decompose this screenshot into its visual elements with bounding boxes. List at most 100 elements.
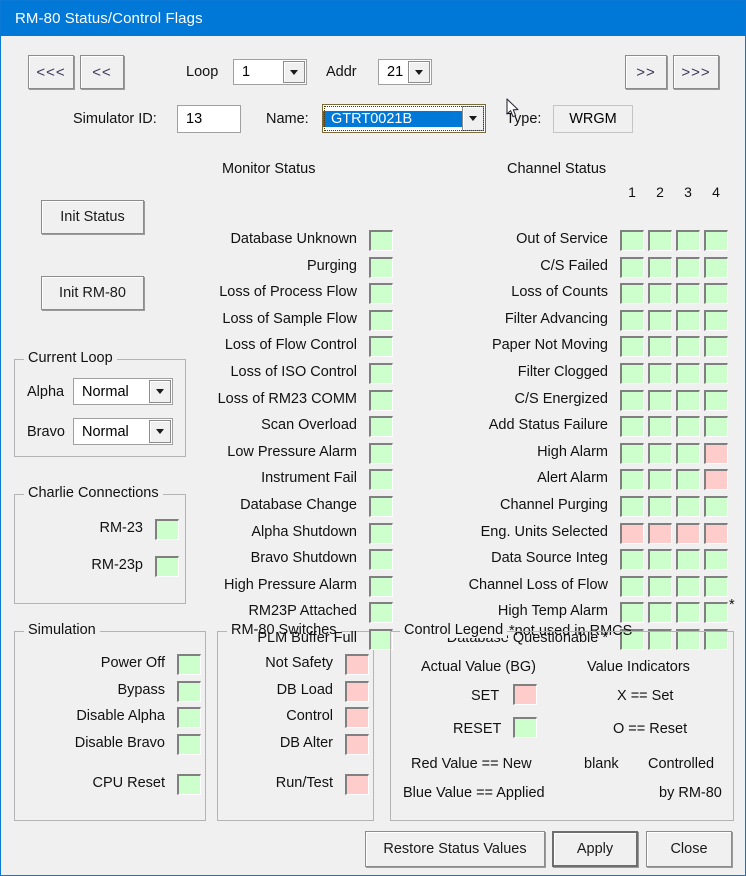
channel-status-indicator[interactable] — [704, 469, 728, 490]
channel-status-indicator[interactable] — [676, 443, 700, 464]
channel-status-indicator[interactable] — [648, 576, 672, 597]
channel-status-indicator[interactable] — [648, 523, 672, 544]
channel-status-indicator[interactable] — [620, 283, 644, 304]
channel-status-indicator[interactable] — [648, 310, 672, 331]
simulation-indicator[interactable] — [177, 654, 201, 675]
channel-header-4: 4 — [712, 184, 720, 200]
channel-status-indicator[interactable] — [676, 602, 700, 623]
channel-status-indicator[interactable] — [676, 469, 700, 490]
rm80-switches-group: RM-80 Switches Not Safety DB Load Control D… — [217, 622, 374, 821]
channel-status-indicator[interactable] — [648, 390, 672, 411]
channel-status-indicator[interactable] — [648, 469, 672, 490]
channel-status-indicator[interactable] — [620, 469, 644, 490]
channel-status-indicator[interactable] — [620, 443, 644, 464]
channel-status-indicator[interactable] — [648, 496, 672, 517]
channel-status-indicator[interactable] — [704, 602, 728, 623]
restore-status-values-button[interactable]: Restore Status Values — [365, 831, 545, 867]
channel-status-indicator[interactable] — [676, 310, 700, 331]
channel-status-indicator[interactable] — [704, 549, 728, 570]
channel-status-indicator[interactable] — [648, 230, 672, 251]
channel-status-indicator[interactable] — [648, 443, 672, 464]
channel-status-indicator[interactable] — [676, 416, 700, 437]
channel-status-indicator[interactable] — [704, 390, 728, 411]
channel-status-indicator[interactable] — [620, 230, 644, 251]
channel-status-indicator[interactable] — [704, 336, 728, 357]
simulation-label: Disable Bravo — [74, 734, 165, 751]
channel-status-indicator[interactable] — [676, 230, 700, 251]
channel-status-indicator[interactable] — [676, 576, 700, 597]
channel-status-indicator[interactable] — [620, 576, 644, 597]
channel-status-label: C/S Energized — [514, 391, 609, 407]
channel-status-indicator[interactable] — [676, 363, 700, 384]
simulation-indicator[interactable] — [177, 774, 201, 796]
channel-status-indicator[interactable] — [676, 390, 700, 411]
controlled-line-2: by RM-80 — [659, 785, 722, 801]
rm80-switch-indicator[interactable] — [345, 654, 369, 675]
channel-header-1: 1 — [628, 184, 636, 200]
init-status-button[interactable]: Init Status — [41, 200, 144, 234]
channel-status-indicator[interactable] — [704, 363, 728, 384]
channel-status-label: Loss of Counts — [511, 284, 608, 300]
reset-swatch — [513, 717, 537, 738]
channel-status-indicator[interactable] — [620, 257, 644, 278]
channel-header-2: 2 — [656, 184, 664, 200]
simulation-label: Power Off — [100, 655, 165, 671]
chevron-down-icon[interactable] — [283, 61, 305, 83]
channel-status-indicator[interactable] — [620, 496, 644, 517]
channel-status-indicator[interactable] — [620, 523, 644, 544]
channel-status-indicator[interactable] — [648, 336, 672, 357]
channel-status-indicator[interactable] — [648, 257, 672, 278]
nav-prev-button[interactable]: << — [80, 55, 124, 89]
rm80-switch-indicator[interactable] — [345, 707, 369, 729]
close-button[interactable]: Close — [646, 831, 732, 867]
channel-status-indicator[interactable] — [676, 549, 700, 570]
rm80-switch-indicator[interactable] — [345, 774, 369, 796]
channel-status-indicator[interactable] — [620, 390, 644, 411]
nav-first-button[interactable]: <<< — [28, 55, 74, 89]
channel-status-label: Channel Purging — [499, 497, 608, 513]
channel-status-label: Out of Service — [516, 231, 608, 247]
channel-status-indicator[interactable] — [676, 523, 700, 544]
channel-status-indicator[interactable] — [648, 283, 672, 304]
channel-status-indicator[interactable] — [676, 496, 700, 517]
nav-last-button[interactable]: >>> — [673, 55, 719, 89]
simulation-indicator[interactable] — [177, 733, 201, 755]
channel-status-indicator[interactable] — [620, 363, 644, 384]
apply-button[interactable]: Apply — [552, 831, 638, 867]
channel-status-indicator[interactable] — [704, 230, 728, 251]
channel-status-indicator[interactable] — [704, 523, 728, 544]
channel-status-indicator[interactable] — [620, 310, 644, 331]
rm80-switch-indicator[interactable] — [345, 733, 369, 755]
channel-status-indicator[interactable] — [704, 310, 728, 331]
channel-status-indicator[interactable] — [648, 602, 672, 623]
addr-select[interactable]: 21 — [378, 59, 432, 85]
simulation-label: CPU Reset — [92, 775, 165, 792]
rm80-switch-indicator[interactable] — [345, 680, 369, 702]
name-select[interactable]: GTRT0021B — [322, 104, 486, 133]
channel-status-indicator[interactable] — [620, 416, 644, 437]
simulation-indicator[interactable] — [177, 707, 201, 729]
channel-header-3: 3 — [684, 184, 692, 200]
simulator-id-field[interactable]: 13 — [177, 105, 241, 133]
channel-status-indicator[interactable] — [704, 416, 728, 437]
channel-status-indicator[interactable] — [676, 257, 700, 278]
nav-next-button[interactable]: >> — [625, 55, 667, 89]
channel-status-indicator[interactable] — [620, 336, 644, 357]
channel-status-indicator[interactable] — [704, 283, 728, 304]
channel-status-indicator[interactable] — [676, 336, 700, 357]
channel-status-indicator[interactable] — [620, 549, 644, 570]
loop-select[interactable]: 1 — [233, 59, 307, 85]
chevron-down-icon[interactable] — [408, 61, 430, 83]
channel-status-indicator[interactable] — [704, 443, 728, 464]
chevron-down-icon[interactable] — [462, 106, 484, 131]
channel-status-indicator[interactable] — [704, 576, 728, 597]
channel-status-indicator[interactable] — [648, 363, 672, 384]
channel-status-indicator[interactable] — [620, 602, 644, 623]
channel-status-indicator[interactable] — [648, 549, 672, 570]
simulation-indicator[interactable] — [177, 680, 201, 702]
channel-status-indicator[interactable] — [676, 283, 700, 304]
channel-status-indicator[interactable] — [648, 416, 672, 437]
addr-select-value: 21 — [387, 64, 404, 80]
channel-status-indicator[interactable] — [704, 496, 728, 517]
channel-status-indicator[interactable] — [704, 257, 728, 278]
